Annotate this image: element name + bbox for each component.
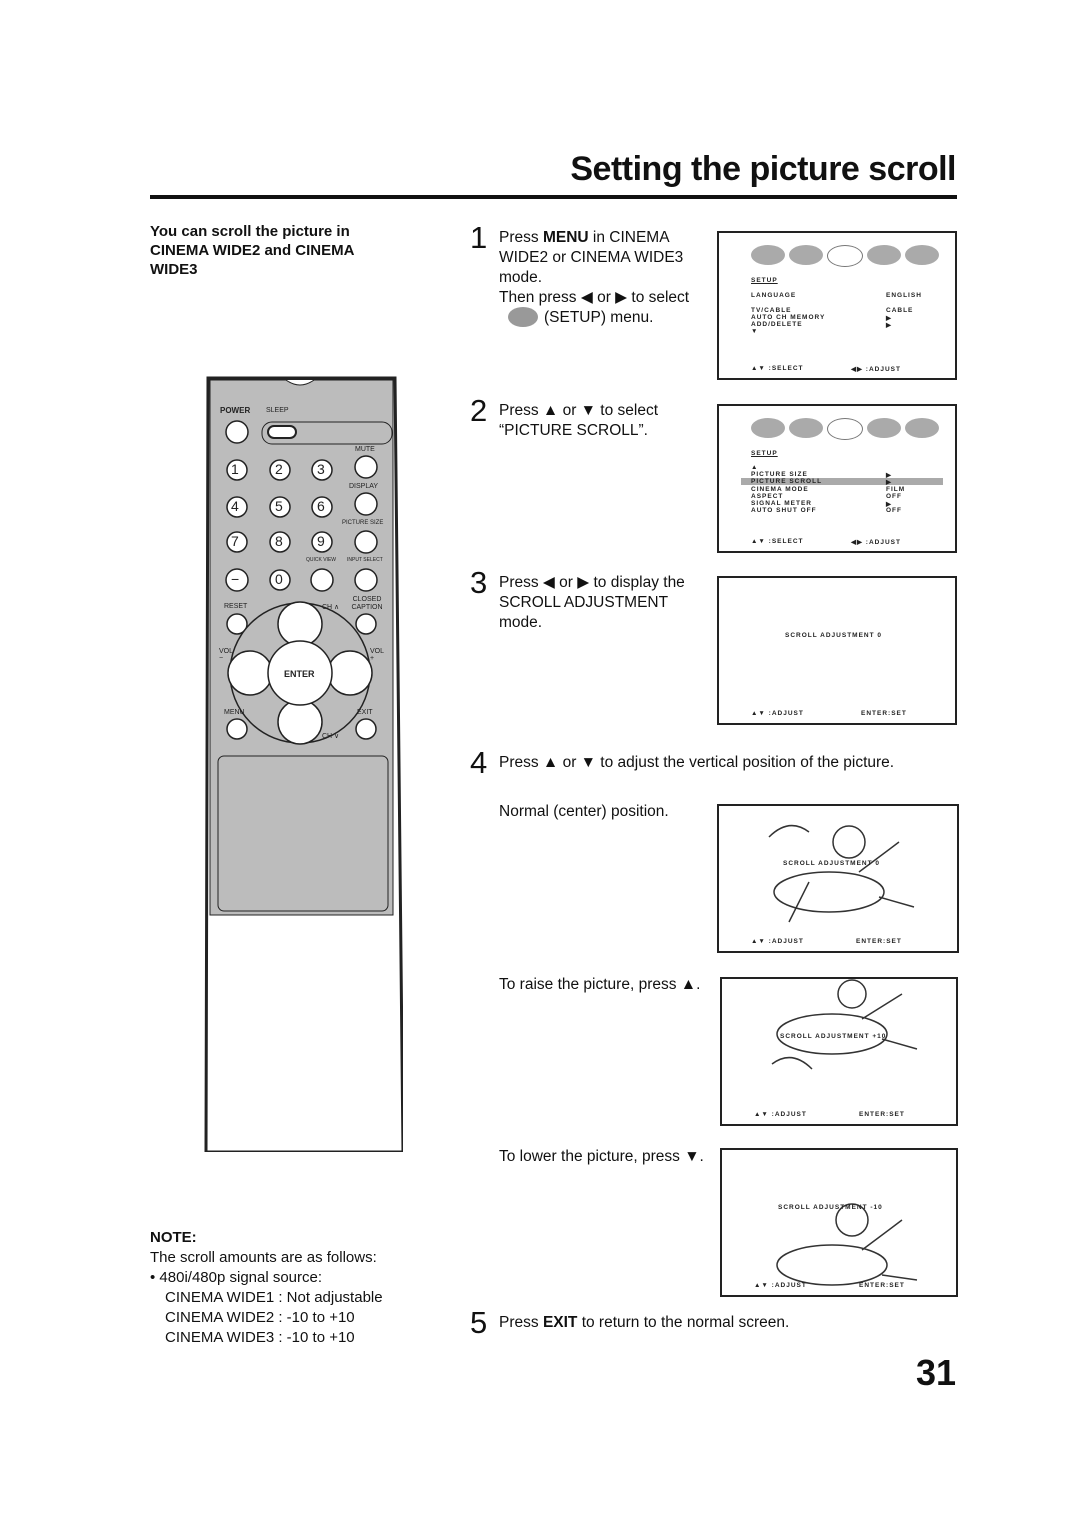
enter-button: ENTER <box>284 669 315 679</box>
remote-label-power: POWER <box>220 406 251 415</box>
title-rule <box>150 195 957 199</box>
step-1-line3: (SETUP) menu. <box>544 309 654 326</box>
remote-label-exit: EXIT <box>357 709 373 716</box>
remote-label-vol-minus: VOL − <box>219 648 233 662</box>
digit-8: 8 <box>275 533 283 549</box>
note-item: CINEMA WIDE1 : Not adjustable <box>165 1289 383 1306</box>
step-number: 3 <box>470 565 488 600</box>
osd-scroll-adjustment: SCROLL ADJUSTMENT 0 ▲▼ :ADJUST ENTER:SET <box>717 576 957 725</box>
digit-6: 6 <box>317 498 325 514</box>
osd-label: SCROLL ADJUSTMENT -10 <box>778 1204 883 1211</box>
note-heading: NOTE: <box>150 1229 197 1246</box>
step-number: 5 <box>470 1305 488 1340</box>
caption-raise: To raise the picture, press ▲. <box>499 976 701 993</box>
osd-footer: ▲▼ :ADJUST ENTER:SET <box>751 710 907 717</box>
digit-9: 9 <box>317 533 325 549</box>
note-bullet: • 480i/480p signal source: <box>150 1269 323 1286</box>
step-3-text: Press ◀ or ▶ to display the SCROLL ADJUS… <box>499 574 685 631</box>
scroll-up-indicator: ▲ <box>751 464 759 471</box>
step-2-text: Press ▲ or ▼ to select “PICTURE SCROLL”. <box>499 402 659 439</box>
osd-footer: ▲▼ :SELECT ◀▶ :ADJUST <box>751 365 901 373</box>
menu-icons <box>751 245 939 267</box>
scroll-down-indicator: ▼ <box>751 328 759 335</box>
osd-footer: ▲▼ :SELECT ◀▶ :ADJUST <box>751 538 901 546</box>
digit-2: 2 <box>275 461 283 477</box>
remote-label-ch-down: CH ∨ <box>322 733 340 740</box>
remote-label-sleep: SLEEP <box>266 407 289 414</box>
remote-label-quick-view: QUICK VIEW <box>306 557 337 563</box>
step-1-line2: Then press ◀ or ▶ to select <box>499 289 690 306</box>
page-title: Setting the picture scroll <box>570 150 956 188</box>
airplane-illustration <box>776 1203 918 1286</box>
remote-label-ch-up: CH ∧ <box>322 604 340 611</box>
osd-scroll-normal: SCROLL ADJUSTMENT 0 ▲▼ :ADJUST ENTER:SET <box>717 804 959 953</box>
digit-dash: − <box>231 571 240 587</box>
caption-normal: Normal (center) position. <box>499 803 669 820</box>
osd-label: SCROLL ADJUSTMENT 0 <box>785 632 883 639</box>
osd-row: ADD/DELETE ▶ <box>751 321 892 329</box>
remote-label-closed-caption: CLOSED CAPTION <box>351 596 383 611</box>
osd-row: PICTURE SIZE ▶ <box>751 471 892 479</box>
step-1-text: Press MENU in CINEMA WIDE2 or CINEMA WID… <box>499 229 684 286</box>
osd-label: SCROLL ADJUSTMENT +10 <box>780 1033 887 1040</box>
osd-row-selected: PICTURE SCROLL ▶ <box>741 478 943 486</box>
osd-label: SCROLL ADJUSTMENT 0 <box>783 860 881 867</box>
osd-row: ASPECT OFF <box>751 493 902 500</box>
remote-label-picture-size: PICTURE SIZE <box>342 520 384 526</box>
digit-5: 5 <box>275 498 283 514</box>
menu-icons <box>751 418 939 440</box>
osd-heading: SETUP <box>751 450 778 457</box>
digit-3: 3 <box>317 461 325 477</box>
osd-footer: ▲▼ :ADJUST ENTER:SET <box>754 1282 905 1289</box>
osd-footer: ▲▼ :ADJUST ENTER:SET <box>754 1111 905 1118</box>
remote-label-vol-plus: VOL + <box>370 648 384 662</box>
osd-row: LANGUAGE ENGLISH <box>751 292 922 299</box>
note-item: CINEMA WIDE3 : -10 to +10 <box>165 1329 355 1346</box>
remote-label-menu: MENU <box>224 709 245 716</box>
osd-row: SIGNAL METER ▶ <box>751 500 892 508</box>
note-section: NOTE: The scroll amounts are as follows:… <box>150 1228 383 1348</box>
page-number: 31 <box>915 1352 956 1393</box>
remote-label-mute: MUTE <box>355 446 375 453</box>
airplane-illustration <box>771 979 918 1070</box>
osd-row: CINEMA MODE FILM <box>751 486 906 493</box>
remote-label-display: DISPLAY <box>349 483 379 490</box>
osd-row: AUTO CH MEMORY ▶ <box>751 314 892 322</box>
note-item: CINEMA WIDE2 : -10 to +10 <box>165 1309 355 1326</box>
remote-label-reset: RESET <box>224 603 248 610</box>
step-4-text: Press ▲ or ▼ to adjust the vertical posi… <box>499 754 895 771</box>
remote-label-input-select: INPUT SELECT <box>347 557 383 563</box>
osd-row: AUTO SHUT OFF OFF <box>751 507 902 514</box>
osd-footer: ▲▼ :ADJUST ENTER:SET <box>751 938 902 945</box>
remote-control-illustration <box>204 376 403 1152</box>
digit-0: 0 <box>275 571 283 587</box>
step-number: 1 <box>470 220 488 255</box>
manual-page: Setting the picture scroll You can scrol… <box>0 0 1080 1528</box>
digit-7: 7 <box>231 533 239 549</box>
osd-scroll-minus10: SCROLL ADJUSTMENT -10 ▲▼ :ADJUST ENTER:SE… <box>720 1148 958 1297</box>
osd-row: TV/CABLE CABLE <box>751 307 914 314</box>
step-number: 2 <box>470 393 488 428</box>
setup-icon <box>508 307 538 327</box>
osd-heading: SETUP <box>751 277 778 284</box>
airplane-illustration <box>768 824 915 923</box>
digit-1: 1 <box>231 461 239 477</box>
note-line: The scroll amounts are as follows: <box>150 1249 377 1266</box>
osd-setup-menu: SETUP LANGUAGE ENGLISH TV/CABLE CABLE AUTO… <box>717 231 957 380</box>
caption-lower: To lower the picture, press ▼. <box>499 1148 704 1165</box>
step-5-text: Press EXIT to return to the normal scree… <box>499 1314 790 1331</box>
digit-4: 4 <box>231 498 239 514</box>
osd-scroll-plus10: SCROLL ADJUSTMENT +10 ▲▼ :ADJUST ENTER:SE… <box>720 977 958 1126</box>
intro-text: You can scroll the picture in CINEMA WID… <box>150 223 354 278</box>
step-number: 4 <box>470 745 488 780</box>
osd-setup-menu-scroll: SETUP ▲ PICTURE SIZE ▶ PICTURE SCROLL ▶ CI… <box>717 404 957 553</box>
